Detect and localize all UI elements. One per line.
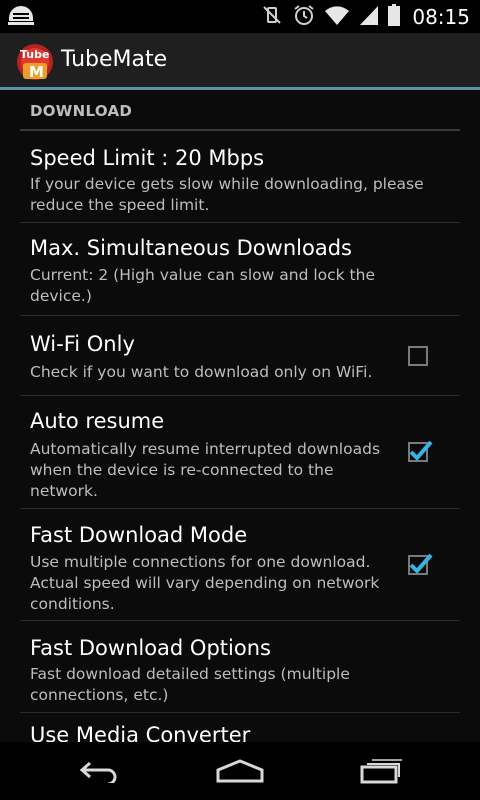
pref-auto-resume[interactable]: Auto resume Automatically resume interru…	[20, 396, 460, 509]
logo-tube-text: Tube	[20, 48, 49, 61]
pref-fast-download-options[interactable]: Fast Download Options Fast download deta…	[20, 621, 460, 713]
pref-summary: Automatically resume interrupted downloa…	[30, 440, 381, 500]
auto-resume-checkbox[interactable]	[408, 440, 433, 462]
home-button[interactable]	[195, 742, 285, 800]
pref-title: Wi-Fi Only	[30, 332, 135, 356]
navigation-bar	[0, 742, 480, 800]
wifi-only-checkbox[interactable]	[408, 346, 428, 366]
pref-summary: Use multiple connections for one downloa…	[30, 553, 380, 613]
pref-use-media-converter[interactable]: Use Media Converter	[20, 713, 460, 742]
preferences-list[interactable]: DOWNLOAD Speed Limit : 20 Mbps If your d…	[0, 90, 480, 742]
pref-title: Use Media Converter	[30, 723, 251, 742]
pref-title: Speed Limit : 20 Mbps	[30, 146, 265, 170]
pref-title: Max. Simultaneous Downloads	[30, 236, 352, 260]
pref-summary: Current: 2 (High value can slow and lock…	[30, 266, 375, 305]
pref-max-simultaneous-downloads[interactable]: Max. Simultaneous Downloads Current: 2 (…	[20, 223, 460, 316]
logo-m-letter: M	[29, 63, 44, 81]
pref-title: Fast Download Options	[30, 636, 271, 660]
app-logo-icon[interactable]: Tube M	[16, 42, 54, 82]
fast-download-mode-checkbox[interactable]	[408, 553, 433, 575]
pref-fast-download-mode[interactable]: Fast Download Mode Use multiple connecti…	[20, 509, 460, 621]
vibrate-icon	[260, 3, 284, 31]
alarm-icon	[292, 3, 316, 31]
pref-title: Auto resume	[30, 409, 165, 433]
pref-wifi-only[interactable]: Wi-Fi Only Check if you want to download…	[20, 316, 460, 396]
home-icon	[216, 759, 264, 783]
status-bar: 08:15	[0, 0, 480, 33]
pref-summary: Check if you want to download only on Wi…	[30, 363, 373, 381]
recent-apps-button[interactable]	[335, 742, 425, 800]
section-header-download: DOWNLOAD	[20, 90, 460, 131]
recent-apps-icon	[360, 759, 402, 784]
wifi-icon	[324, 4, 350, 30]
battery-icon	[388, 3, 401, 30]
pref-summary: Fast download detailed settings (multipl…	[30, 665, 350, 704]
status-time: 08:15	[412, 4, 470, 29]
section-header-label: DOWNLOAD	[30, 102, 133, 120]
checkmark-icon	[409, 553, 433, 574]
signal-icon	[358, 4, 380, 30]
app-title: TubeMate	[61, 47, 168, 72]
back-icon	[79, 761, 117, 783]
pref-summary: If your device gets slow while downloadi…	[30, 175, 424, 214]
back-button[interactable]	[55, 742, 145, 800]
pref-speed-limit[interactable]: Speed Limit : 20 Mbps If your device get…	[20, 131, 460, 223]
checkmark-icon	[409, 440, 433, 461]
notification-icon[interactable]	[6, 4, 36, 32]
pref-title: Fast Download Mode	[30, 523, 248, 547]
action-bar: Tube M TubeMate	[0, 33, 480, 90]
